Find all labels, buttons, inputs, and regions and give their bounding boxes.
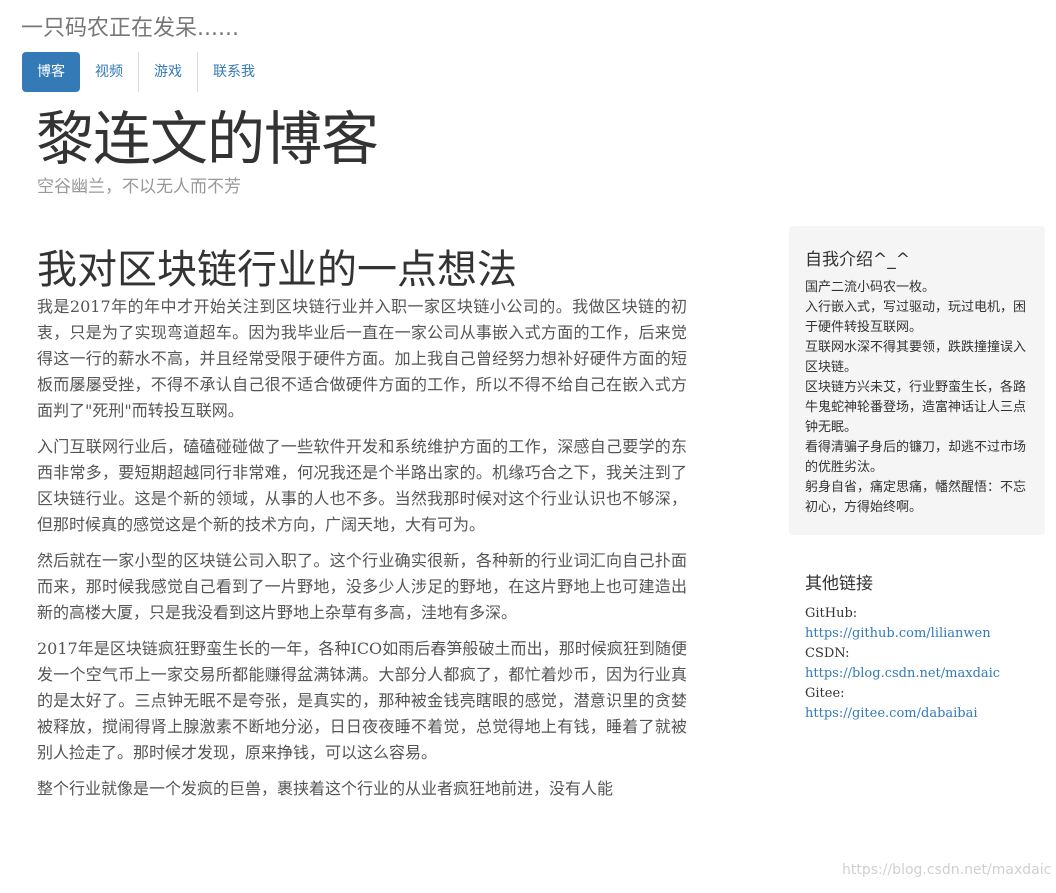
- about-line: 国产二流小码农一枚。: [805, 280, 936, 295]
- links-title: 其他链接: [805, 574, 873, 594]
- about-line: 入行嵌入式，写过驱动，玩过电机，困于硬件转投互联网。: [805, 300, 1027, 335]
- link-gitee[interactable]: https://gitee.com/dabaibai: [805, 704, 1045, 724]
- nav-item-contact[interactable]: 联系我: [198, 52, 270, 92]
- nav-item-games[interactable]: 游戏: [139, 52, 197, 92]
- link-label-gitee: Gitee:: [805, 686, 845, 701]
- nav-item-blog[interactable]: 博客: [22, 52, 80, 92]
- blog-subtitle: 空谷幽兰，不以无人而不芳: [37, 177, 241, 197]
- about-title: 自我介绍^_^: [805, 250, 910, 270]
- about-line: 区块链方兴未艾，行业野蛮生长，各路牛鬼蛇神轮番登场，造富神话让人三点钟无眠。: [805, 380, 1027, 435]
- link-label-github: GitHub:: [805, 606, 858, 621]
- nav-item-video[interactable]: 视频: [80, 52, 138, 92]
- about-panel: 自我介绍^_^ 国产二流小码农一枚。 入行嵌入式，写过驱动，玩过电机，困于硬件转…: [789, 226, 1045, 535]
- link-label-csdn: CSDN:: [805, 646, 850, 661]
- link-csdn[interactable]: https://blog.csdn.net/maxdaic: [805, 664, 1045, 684]
- other-links: 其他链接 GitHub: https://github.com/lilianwe…: [805, 570, 1045, 724]
- post-body: 我是2017年的年中才开始关注到区块链行业并入职一家区块链小公司的。我做区块链的…: [37, 294, 687, 812]
- watermark: https://blog.csdn.net/maxdaic: [842, 862, 1052, 878]
- site-title: 一只码农正在发呆......: [21, 16, 239, 41]
- about-line: 躬身自省，痛定思痛，幡然醒悟：不忘初心，方得始终啊。: [805, 480, 1027, 515]
- about-line: 看得清骗子身后的镰刀，却逃不过市场的优胜劣汰。: [805, 440, 1027, 475]
- link-github[interactable]: https://github.com/lilianwen: [805, 624, 1045, 644]
- post-paragraph: 我是2017年的年中才开始关注到区块链行业并入职一家区块链小公司的。我做区块链的…: [37, 297, 687, 420]
- blog-title: 黎连文的博客: [36, 105, 379, 173]
- post-title: 我对区块链行业的一点想法: [37, 247, 517, 293]
- post-paragraph: 整个行业就像是一个发疯的巨兽，裹挟着这个行业的从业者疯狂地前进，没有人能: [37, 779, 614, 798]
- main-nav: 博客 视频 游戏 联系我: [22, 52, 270, 92]
- post-paragraph: 入门互联网行业后，磕磕碰碰做了一些软件开发和系统维护方面的工作，深感自己要学的东…: [37, 437, 687, 534]
- post-paragraph: 然后就在一家小型的区块链公司入职了。这个行业确实很新，各种新的行业词汇向自己扑面…: [37, 551, 687, 622]
- about-line: 互联网水深不得其要领，跌跌撞撞误入区块链。: [805, 340, 1027, 375]
- post-paragraph: 2017年是区块链疯狂野蛮生长的一年，各种ICO如雨后春笋般破土而出，那时候疯狂…: [37, 639, 687, 762]
